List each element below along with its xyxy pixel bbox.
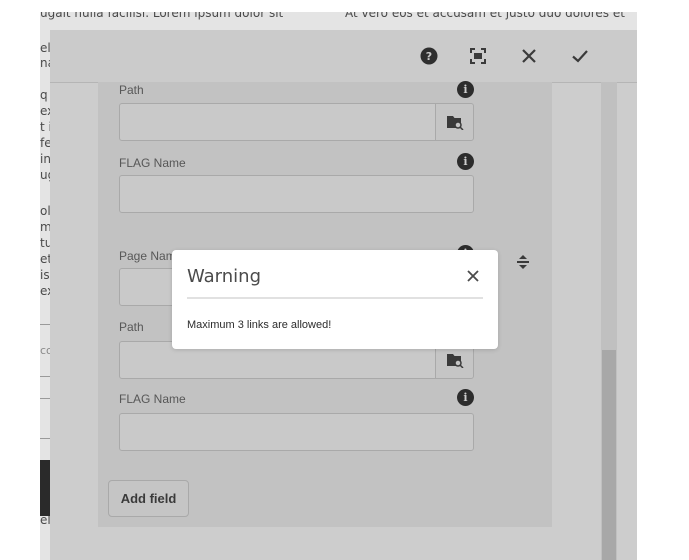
fullscreen-icon[interactable]: [468, 46, 488, 66]
info-icon[interactable]: i: [457, 81, 474, 98]
warning-modal: Warning Maximum 3 links are allowed!: [172, 250, 498, 349]
background-text: At vero eos et accusam et justo duo dolo…: [345, 12, 625, 20]
scrollbar-thumb[interactable]: [602, 350, 616, 560]
folder-search-icon: [446, 116, 464, 130]
divider: [40, 324, 50, 325]
path-browse-button[interactable]: [435, 103, 474, 141]
modal-title: Warning: [187, 266, 262, 287]
flag-name-input[interactable]: [119, 175, 474, 213]
background-text: is: [40, 268, 50, 282]
close-icon[interactable]: [463, 266, 483, 286]
help-icon[interactable]: ?: [419, 46, 439, 66]
divider: [187, 297, 483, 299]
close-icon[interactable]: [519, 46, 539, 66]
check-icon[interactable]: [570, 46, 590, 66]
folder-search-icon: [446, 354, 464, 368]
background-text: q: [40, 88, 48, 102]
add-field-button[interactable]: Add field: [108, 480, 189, 517]
reorder-handle-icon[interactable]: [512, 252, 534, 272]
divider: [40, 438, 50, 439]
modal-message: Maximum 3 links are allowed!: [187, 319, 332, 331]
field-label-path: Path: [119, 320, 144, 334]
background-image: [40, 460, 50, 516]
background-text: ugait nulla facilisi. Lorem ipsum dolor …: [40, 12, 284, 20]
field-label-page-name: Page Nam: [119, 249, 176, 263]
field-label-flag-name: FLAG Name: [119, 392, 186, 406]
field-label-flag-name: FLAG Name: [119, 156, 186, 170]
divider: [40, 376, 50, 377]
field-label-path: Path: [119, 83, 144, 97]
info-icon[interactable]: i: [457, 389, 474, 406]
divider: [40, 398, 50, 399]
path-input[interactable]: [119, 103, 439, 141]
svg-text:?: ?: [426, 50, 432, 63]
flag-name-input[interactable]: [119, 413, 474, 451]
info-icon[interactable]: i: [457, 153, 474, 170]
dialog-toolbar: ?: [50, 30, 637, 83]
